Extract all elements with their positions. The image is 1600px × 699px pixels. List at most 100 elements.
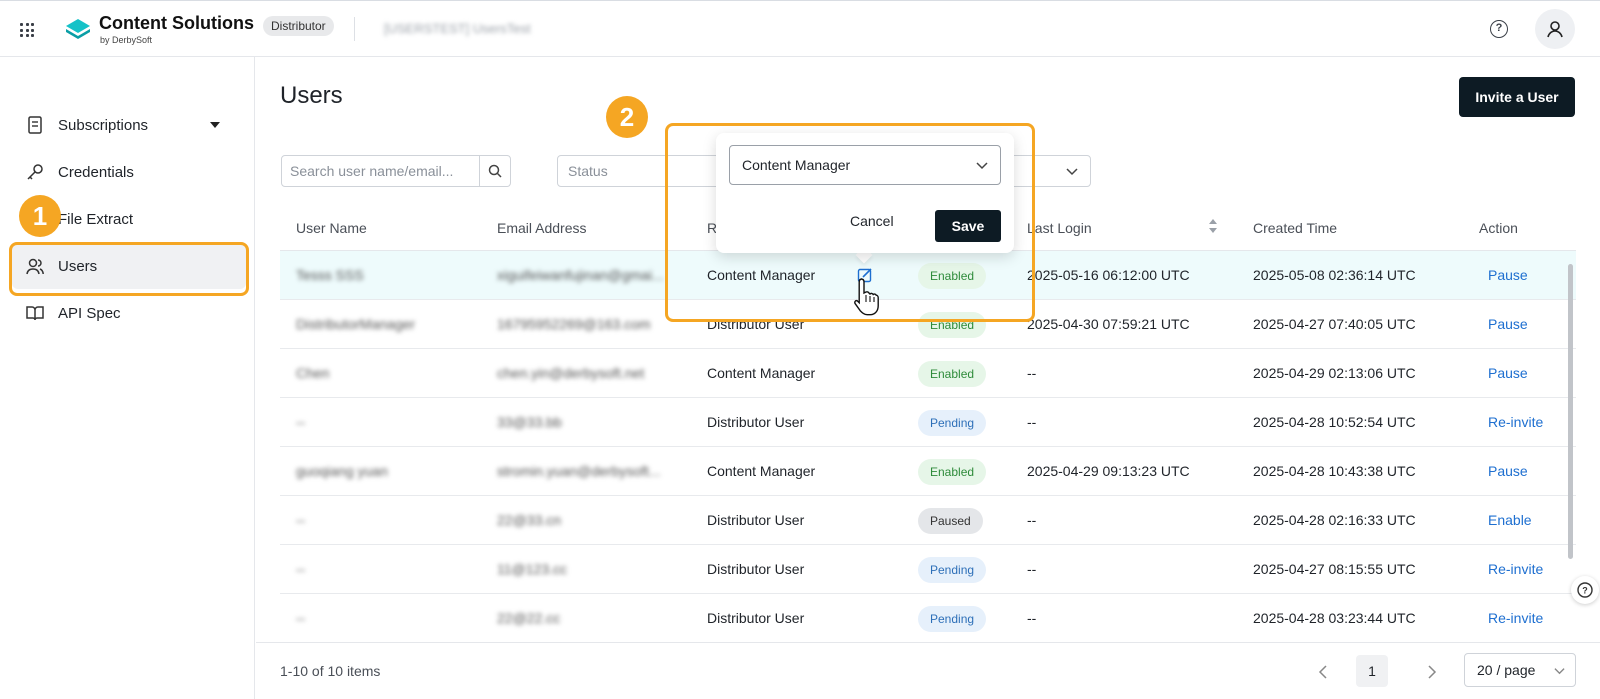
pagination-total: 1-10 of 10 items	[280, 663, 381, 679]
chevron-down-icon	[1066, 168, 1078, 176]
sidebar-item-label: API Spec	[58, 304, 121, 322]
column-header-last-login[interactable]: Last Login	[1027, 220, 1092, 236]
page-size-value: 20 / page	[1477, 662, 1536, 678]
created-time-cell: 2025-04-28 10:52:54 UTC	[1253, 414, 1416, 430]
document-icon	[26, 116, 44, 134]
step-1-badge: 1	[19, 195, 61, 237]
action-link[interactable]: Pause	[1488, 463, 1528, 479]
app-grid-icon[interactable]	[20, 23, 34, 37]
popover-highlight-box	[665, 123, 1035, 322]
page-size-select[interactable]: 20 / page	[1464, 653, 1576, 687]
search-icon	[488, 164, 502, 178]
status-badge: Paused	[918, 508, 983, 534]
last-login-cell: 2025-05-16 06:12:00 UTC	[1027, 267, 1190, 283]
last-login-cell: 2025-04-30 07:59:21 UTC	[1027, 316, 1190, 332]
sidebar: Subscriptions Credentials File Extract U…	[0, 57, 255, 699]
sidebar-item-credentials[interactable]: Credentials	[12, 149, 246, 195]
user-name-cell: Chen	[296, 365, 330, 381]
created-time-cell: 2025-04-28 03:23:44 UTC	[1253, 610, 1416, 626]
search-button[interactable]	[479, 156, 510, 186]
role-cell: Content Manager	[707, 463, 816, 479]
role-cell: Content Manager	[707, 365, 816, 381]
column-header-user-name[interactable]: User Name	[296, 220, 367, 236]
sidebar-item-api-spec[interactable]: API Spec	[12, 290, 246, 336]
sidebar-item-label: Credentials	[58, 163, 134, 181]
search-placeholder: Search user name/email...	[290, 163, 454, 179]
last-login-cell: 2025-04-29 09:13:23 UTC	[1027, 463, 1190, 479]
sort-icon[interactable]	[1209, 218, 1217, 234]
last-login-cell: --	[1027, 512, 1037, 528]
step-2-badge: 2	[606, 96, 648, 138]
brand-name: Content Solutions	[99, 13, 254, 33]
avatar[interactable]	[1535, 9, 1575, 49]
book-icon	[26, 304, 44, 322]
key-icon	[26, 163, 44, 181]
created-time-cell: 2025-04-28 02:16:33 UTC	[1253, 512, 1416, 528]
action-link[interactable]: Re-invite	[1488, 561, 1543, 577]
invite-user-button[interactable]: Invite a User	[1459, 77, 1575, 117]
user-name-cell: Tesss SSS	[296, 267, 364, 283]
sidebar-item-label: File Extract	[58, 210, 134, 228]
table-row: -- 33@33.bb Distributor User Pending -- …	[280, 398, 1576, 447]
user-name-cell: --	[296, 561, 306, 577]
email-cell: xiguifeiwanfujinan@gmai...	[497, 267, 664, 283]
top-bar: Content Solutions by DerbySoft Distribut…	[0, 0, 1600, 57]
created-time-cell: 2025-04-27 07:40:05 UTC	[1253, 316, 1416, 332]
email-cell: 16795952269@163.com	[497, 316, 651, 332]
floating-help-button[interactable]: ?	[1571, 576, 1599, 604]
created-time-cell: 2025-04-29 02:13:06 UTC	[1253, 365, 1416, 381]
status-badge: Enabled	[918, 361, 987, 387]
action-link[interactable]: Pause	[1488, 316, 1528, 332]
status-badge: Enabled	[918, 459, 987, 485]
pagination-bar: 1-10 of 10 items 1 20 / page	[256, 642, 1600, 699]
role-cell: Distributor User	[707, 414, 805, 430]
last-login-cell: --	[1027, 561, 1037, 577]
role-tag: Distributor	[263, 16, 334, 36]
last-login-cell: --	[1027, 610, 1037, 626]
email-cell: chen.yin@derbysoft.net	[497, 365, 645, 381]
column-header-email[interactable]: Email Address	[497, 220, 586, 236]
user-name-cell: DistributorManager	[296, 316, 416, 332]
caret-down-icon	[210, 122, 220, 128]
action-link[interactable]: Enable	[1488, 512, 1532, 528]
email-cell: stromin.yuan@derbysoft...	[497, 463, 661, 479]
status-badge: Pending	[918, 557, 987, 583]
created-time-cell: 2025-05-08 02:36:14 UTC	[1253, 267, 1416, 283]
brand-subtitle: by DerbySoft	[100, 35, 153, 45]
user-name-cell: guoqiang yuan	[296, 463, 388, 479]
table-scrollbar[interactable]	[1568, 264, 1573, 559]
table-row: guoqiang yuan stromin.yuan@derbysoft... …	[280, 447, 1576, 496]
action-link[interactable]: Pause	[1488, 365, 1528, 381]
svg-text:?: ?	[1582, 586, 1588, 596]
table-row: -- 22@33.cn Distributor User Paused -- 2…	[280, 496, 1576, 545]
chevron-left-icon[interactable]	[1318, 665, 1328, 679]
pagination-page-current[interactable]: 1	[1356, 655, 1388, 687]
user-name-cell: --	[296, 512, 306, 528]
action-link[interactable]: Re-invite	[1488, 610, 1543, 626]
page-title: Users	[280, 82, 343, 109]
environment-selector[interactable]: [USERSTEST] UsersTest	[384, 21, 531, 36]
table-row: -- 11@123.cc Distributor User Pending --…	[280, 545, 1576, 594]
header-divider	[354, 17, 355, 41]
help-circle-icon[interactable]: ?	[1490, 20, 1508, 38]
chevron-right-icon[interactable]	[1427, 665, 1437, 679]
role-cell: Distributor User	[707, 610, 805, 626]
email-cell: 11@123.cc	[497, 561, 567, 577]
last-login-cell: --	[1027, 414, 1037, 430]
action-link[interactable]: Re-invite	[1488, 414, 1543, 430]
user-icon	[1547, 21, 1563, 38]
sidebar-item-subscriptions[interactable]: Subscriptions	[12, 102, 246, 148]
hand-cursor-icon	[854, 278, 879, 316]
role-cell: Distributor User	[707, 561, 805, 577]
created-time-cell: 2025-04-27 08:15:55 UTC	[1253, 561, 1416, 577]
last-login-cell: --	[1027, 365, 1037, 381]
search-input[interactable]: Search user name/email...	[281, 155, 511, 187]
help-circle-icon: ?	[1577, 582, 1593, 598]
column-header-created-time[interactable]: Created Time	[1253, 220, 1337, 236]
status-placeholder: Status	[568, 163, 608, 179]
user-name-cell: --	[296, 414, 306, 430]
action-link[interactable]: Pause	[1488, 267, 1528, 283]
status-badge: Pending	[918, 606, 987, 632]
chevron-down-icon	[1554, 668, 1565, 675]
column-header-action: Action	[1479, 220, 1518, 236]
